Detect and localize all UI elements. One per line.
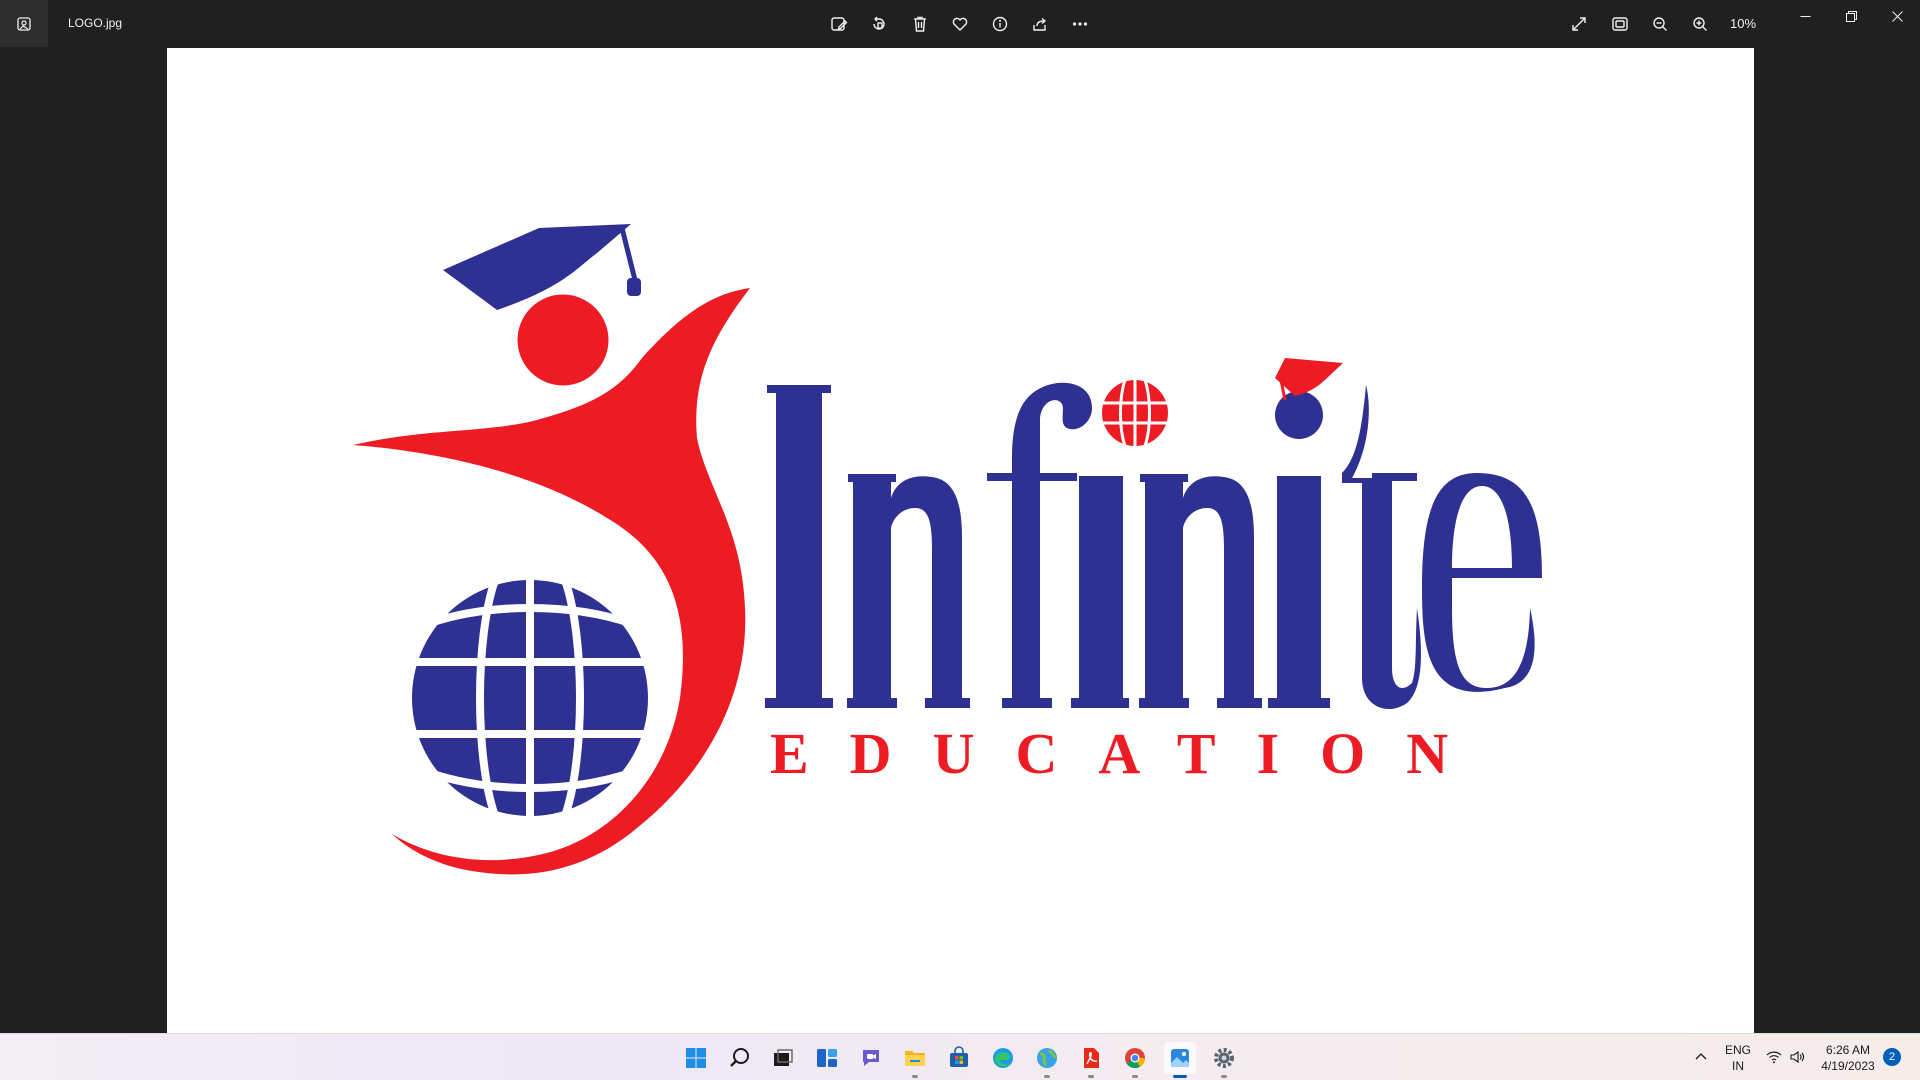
small-red-cap bbox=[1275, 358, 1343, 396]
volume-icon[interactable] bbox=[1789, 1049, 1805, 1065]
running-indicator bbox=[1132, 1075, 1138, 1078]
trash-icon bbox=[914, 16, 926, 32]
share-icon bbox=[1033, 17, 1047, 31]
figure-head bbox=[514, 291, 612, 389]
clock-time: 6:26 AM bbox=[1825, 1043, 1871, 1057]
notification-badge[interactable]: 2 bbox=[1883, 1048, 1901, 1066]
edit-image-icon bbox=[831, 17, 848, 31]
running-indicator bbox=[912, 1075, 918, 1078]
clock-date: 4/19/2023 bbox=[1821, 1059, 1875, 1073]
clock[interactable]: 6:26 AM 4/19/2023 bbox=[1818, 1042, 1878, 1074]
photos-app-icon[interactable] bbox=[0, 0, 48, 47]
file-name: LOGO.jpg bbox=[68, 16, 123, 30]
pdf-icon bbox=[1084, 1048, 1099, 1068]
tagline-text: EDUCATION bbox=[770, 721, 1489, 786]
widgets-icon bbox=[817, 1049, 837, 1067]
zoom-out-button[interactable] bbox=[1644, 8, 1676, 40]
photos-icon bbox=[1171, 1049, 1189, 1067]
language-indicator[interactable]: ENG IN bbox=[1722, 1042, 1754, 1074]
acrobat-button[interactable] bbox=[1075, 1042, 1107, 1078]
windows-icon bbox=[686, 1048, 706, 1068]
photos-button[interactable] bbox=[1164, 1042, 1196, 1078]
image-viewer[interactable]: EDUCATION bbox=[0, 47, 1920, 1033]
fit-window-icon bbox=[1612, 17, 1628, 31]
graduation-cap bbox=[443, 224, 631, 310]
start-button[interactable] bbox=[680, 1042, 712, 1074]
search-icon bbox=[730, 1048, 749, 1067]
edit-image-button[interactable] bbox=[823, 8, 855, 40]
folder-icon bbox=[905, 1051, 925, 1066]
see-more-button[interactable] bbox=[1064, 8, 1096, 40]
close-button[interactable] bbox=[1874, 0, 1920, 32]
image-canvas[interactable]: EDUCATION bbox=[167, 48, 1754, 1033]
more-icon bbox=[1072, 22, 1088, 26]
region-code: IN bbox=[1732, 1059, 1744, 1073]
maps-button[interactable] bbox=[1031, 1042, 1063, 1078]
small-red-globe bbox=[1102, 379, 1168, 447]
task-view-button[interactable] bbox=[767, 1042, 799, 1074]
globe-app-icon bbox=[1037, 1048, 1057, 1068]
share-button[interactable] bbox=[1024, 8, 1056, 40]
task-view-icon bbox=[774, 1049, 793, 1066]
expand-icon bbox=[1572, 17, 1586, 31]
minimize-button[interactable] bbox=[1782, 0, 1828, 32]
rotate-icon bbox=[873, 16, 885, 30]
chat-button[interactable] bbox=[855, 1042, 887, 1074]
delete-button[interactable] bbox=[904, 8, 936, 40]
full-screen-button[interactable] bbox=[1563, 8, 1595, 40]
restore-icon bbox=[1845, 10, 1857, 22]
chat-icon bbox=[863, 1050, 879, 1066]
heart-icon bbox=[952, 17, 968, 31]
store-icon bbox=[950, 1046, 968, 1067]
active-indicator bbox=[1173, 1075, 1187, 1078]
minimize-icon bbox=[1800, 15, 1810, 17]
info-icon bbox=[992, 16, 1008, 32]
restore-button[interactable] bbox=[1828, 0, 1874, 32]
gear-icon bbox=[1214, 1048, 1234, 1068]
microsoft-store-button[interactable] bbox=[943, 1042, 975, 1074]
language-code: ENG bbox=[1724, 1043, 1751, 1057]
file-info-button[interactable] bbox=[984, 8, 1016, 40]
search-button[interactable] bbox=[724, 1042, 756, 1074]
zoom-in-button[interactable] bbox=[1684, 8, 1716, 40]
show-hidden-icons-chevron[interactable] bbox=[1695, 1051, 1707, 1063]
widgets-button[interactable] bbox=[811, 1042, 843, 1074]
edge-button[interactable] bbox=[987, 1042, 1019, 1074]
running-indicator bbox=[1088, 1075, 1094, 1078]
chrome-button[interactable] bbox=[1119, 1042, 1151, 1078]
favorite-button[interactable] bbox=[944, 8, 976, 40]
rotate-button[interactable] bbox=[863, 8, 895, 40]
chrome-icon bbox=[1125, 1048, 1146, 1069]
settings-button[interactable] bbox=[1208, 1042, 1240, 1078]
running-indicator bbox=[1044, 1075, 1050, 1078]
zoom-level[interactable]: 10% bbox=[1730, 16, 1756, 31]
globe bbox=[406, 576, 648, 818]
wifi-icon[interactable] bbox=[1766, 1049, 1782, 1065]
fit-to-window-button[interactable] bbox=[1604, 8, 1636, 40]
title-bar: LOGO.jpg 10% bbox=[0, 0, 1920, 47]
zoom-in-icon bbox=[1693, 17, 1707, 31]
close-icon bbox=[1891, 10, 1903, 22]
zoom-out-icon bbox=[1653, 17, 1667, 31]
file-explorer-button[interactable] bbox=[899, 1042, 931, 1078]
running-indicator bbox=[1221, 1075, 1227, 1078]
infinite-education-logo: EDUCATION bbox=[353, 224, 1542, 875]
edge-icon bbox=[993, 1048, 1013, 1068]
taskbar: ENG IN 6:26 AM 4/19/2023 2 bbox=[0, 1033, 1920, 1080]
